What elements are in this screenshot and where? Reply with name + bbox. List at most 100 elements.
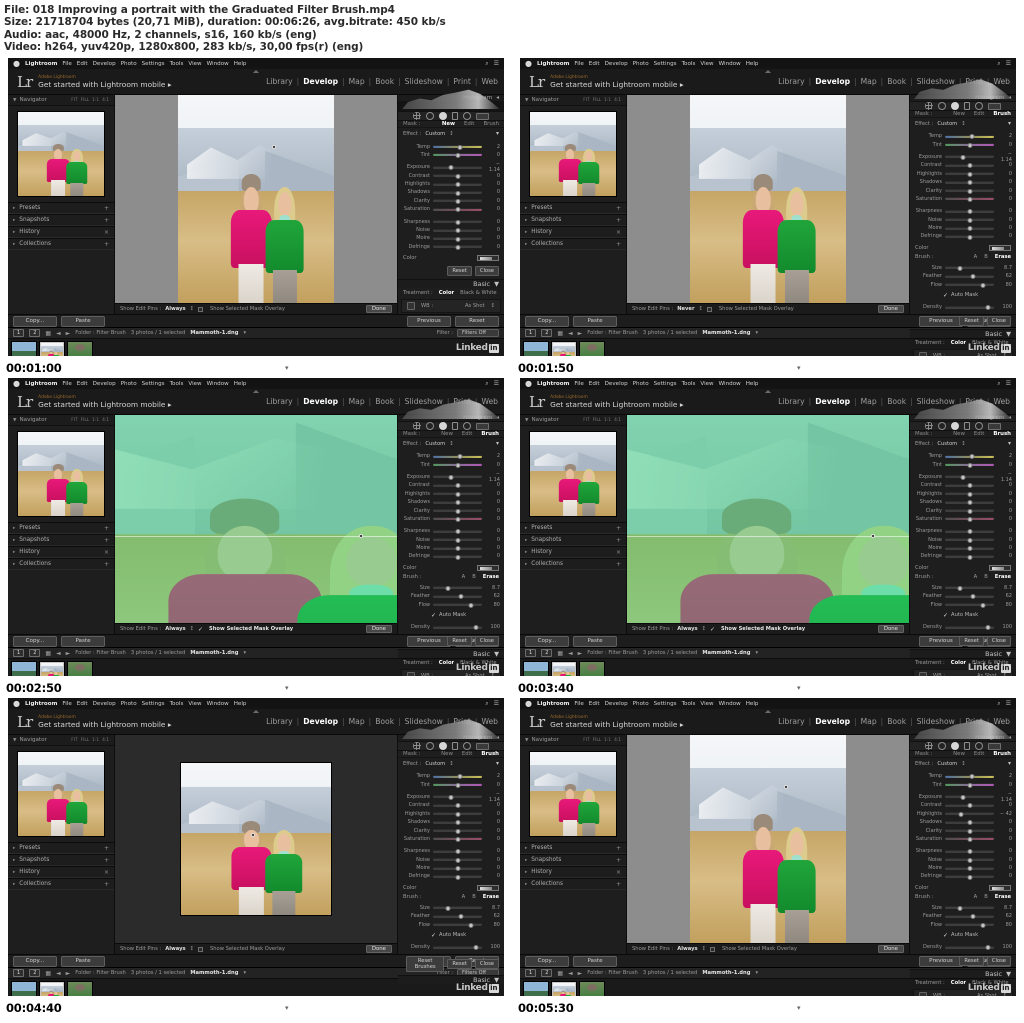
brush-slider-track[interactable] <box>433 585 482 591</box>
navigator-zoom-1-1[interactable]: 1:1 <box>604 418 611 423</box>
color-swatch[interactable] <box>989 884 1011 891</box>
panel-toggle-triangle-top[interactable] <box>253 390 259 393</box>
search-icon[interactable]: ⌕ <box>997 60 1000 68</box>
module-print[interactable]: Print <box>453 77 470 86</box>
menu-item-settings[interactable]: Settings <box>654 61 677 67</box>
brush-slider-track[interactable] <box>945 945 994 951</box>
spot-removal-icon[interactable] <box>938 102 946 110</box>
effect-value[interactable]: Custom <box>937 441 957 447</box>
filmstrip-thumb[interactable] <box>67 661 93 676</box>
section-twirl-icon[interactable]: ▸ <box>525 882 527 887</box>
prev-photo-icon[interactable]: ◄ <box>568 330 573 337</box>
left-panel-section-snapshots[interactable]: ▸ Snapshots + <box>8 534 114 546</box>
filmstrip-badge-1[interactable]: 1 <box>13 969 25 977</box>
menu-item-tools[interactable]: Tools <box>170 381 184 387</box>
mask-option-edit[interactable]: Edit <box>974 111 984 117</box>
filmstrip-filename-caret-icon[interactable]: ▾ <box>755 970 758 976</box>
mask-option-edit[interactable]: Edit <box>462 751 472 757</box>
tone-slider-knob[interactable] <box>967 508 972 514</box>
main-photo[interactable] <box>179 762 333 916</box>
navigator-preview[interactable] <box>529 111 617 197</box>
filmstrip-badge-2[interactable]: 2 <box>541 329 553 337</box>
effect-slider-tint[interactable]: Tint 0 <box>402 460 500 468</box>
brush-option-a[interactable]: A <box>462 894 466 900</box>
filmstrip-filename-caret-icon[interactable]: ▾ <box>243 650 246 656</box>
main-photo[interactable] <box>627 415 909 623</box>
tone-slider-contrast[interactable]: Contrast 0 <box>402 481 500 489</box>
effect-row[interactable]: Effect : Custom ↕ ▾ <box>398 438 504 449</box>
search-icon[interactable]: ⌕ <box>997 700 1000 708</box>
brush-slider-size[interactable]: Size 8.7 <box>402 584 500 592</box>
white-balance-stepper-icon[interactable]: ↕ <box>491 303 495 309</box>
effect-value[interactable]: Custom <box>425 131 445 137</box>
filmstrip-thumb[interactable] <box>551 661 577 676</box>
filmstrip-badge-2[interactable]: 2 <box>29 969 41 977</box>
timecode-dropdown-icon[interactable]: ▾ <box>797 684 801 692</box>
menu-item-file[interactable]: File <box>62 381 71 387</box>
effect-slider-track[interactable] <box>945 462 994 468</box>
navigator-twirl-icon[interactable]: ▼ <box>13 98 16 103</box>
detail-slider-knob[interactable] <box>455 219 460 225</box>
tone-slider-knob[interactable] <box>455 811 460 817</box>
detail-slider-knob[interactable] <box>455 874 460 880</box>
navigator-zoom-1-1[interactable]: 1:1 <box>92 738 99 743</box>
filmstrip-thumb[interactable] <box>579 661 605 676</box>
menu-item-tools[interactable]: Tools <box>170 61 184 67</box>
red-eye-icon[interactable] <box>951 102 959 110</box>
graduated-filter-line[interactable] <box>115 535 397 537</box>
radial-filter-icon[interactable] <box>463 422 471 430</box>
menu-item-window[interactable]: Window <box>719 381 741 387</box>
left-panel-section-collections[interactable]: ▸ Collections + <box>8 878 114 890</box>
show-edit-pins-value[interactable]: Always <box>677 626 697 632</box>
identity-plate[interactable]: Adobe Lightroom Get started with Lightroo… <box>38 715 171 729</box>
brush-slider-feather[interactable]: Feather 62 <box>402 912 500 920</box>
tone-slider-track[interactable] <box>433 837 482 843</box>
brush-slider-feather[interactable]: Feather 62 <box>402 592 500 600</box>
navigator-zoom-1-1[interactable]: 1:1 <box>92 98 99 103</box>
brush-slider-track[interactable] <box>433 945 482 951</box>
left-panel-section-history[interactable]: ▸ History × <box>520 546 626 558</box>
search-icon[interactable]: ⌕ <box>997 380 1000 388</box>
show-edit-pins-value[interactable]: Always <box>165 946 185 952</box>
tone-slider-shadows[interactable]: Shadows 0 <box>914 498 1012 506</box>
filmstrip-filename[interactable]: Mammoth-1.dng <box>702 650 750 656</box>
filmstrip-badge-1[interactable]: 1 <box>13 649 25 657</box>
basic-panel-twirl-icon[interactable]: ▼ <box>494 650 499 658</box>
filmstrip-thumb[interactable] <box>11 661 37 676</box>
menu-item-tools[interactable]: Tools <box>682 61 696 67</box>
white-balance-value[interactable]: As Shot <box>977 353 997 356</box>
effect-slider-track[interactable] <box>945 782 994 788</box>
detail-slider-moire[interactable]: Moire 0 <box>914 224 1012 232</box>
filmstrip-thumb[interactable] <box>39 981 65 996</box>
effect-row[interactable]: Effect : Custom ↕ ▾ <box>910 438 1016 449</box>
menu-item-window[interactable]: Window <box>207 61 229 67</box>
tone-slider-saturation[interactable]: Saturation 0 <box>914 835 1012 843</box>
left-panel-section-history[interactable]: ▸ History × <box>520 866 626 878</box>
effect-stepper-icon[interactable]: ↕ <box>961 441 965 447</box>
identity-plate-caret-icon[interactable]: ▸ <box>677 400 684 409</box>
next-photo-icon[interactable]: ► <box>578 330 583 337</box>
crop-tool-icon[interactable] <box>925 742 933 750</box>
navigator-header[interactable]: ▼ Navigator FIT FILL 1:1 4:1 <box>8 95 114 106</box>
tone-slider-clarity[interactable]: Clarity 0 <box>914 186 1012 194</box>
menu-item-help[interactable]: Help <box>234 381 247 387</box>
adjustment-brush-icon[interactable] <box>988 422 1001 430</box>
module-web[interactable]: Web <box>993 397 1010 406</box>
detail-slider-moire[interactable]: Moire 0 <box>402 864 500 872</box>
effect-slider-knob[interactable] <box>967 782 972 788</box>
tone-slider-knob[interactable] <box>967 517 972 523</box>
effect-row[interactable]: Effect : Custom ↕ ▾ <box>910 758 1016 769</box>
effect-slider-knob[interactable] <box>457 144 463 150</box>
detail-slider-track[interactable] <box>433 857 482 863</box>
detail-slider-track[interactable] <box>945 554 994 560</box>
brush-slider-track[interactable] <box>945 274 994 280</box>
tone-slider-contrast[interactable]: Contrast 0 <box>914 481 1012 489</box>
reset-button[interactable]: Reset <box>455 315 499 327</box>
brush-slider-knob[interactable] <box>458 914 464 920</box>
filmstrip-filename-caret-icon[interactable]: ▾ <box>243 330 246 336</box>
navigator-twirl-icon[interactable]: ▼ <box>525 738 528 743</box>
section-twirl-icon[interactable]: ▸ <box>525 870 527 875</box>
detail-slider-noise[interactable]: Noise 0 <box>402 536 500 544</box>
menu-item-settings[interactable]: Settings <box>654 701 677 707</box>
mask-option-edit[interactable]: Edit <box>462 431 472 437</box>
